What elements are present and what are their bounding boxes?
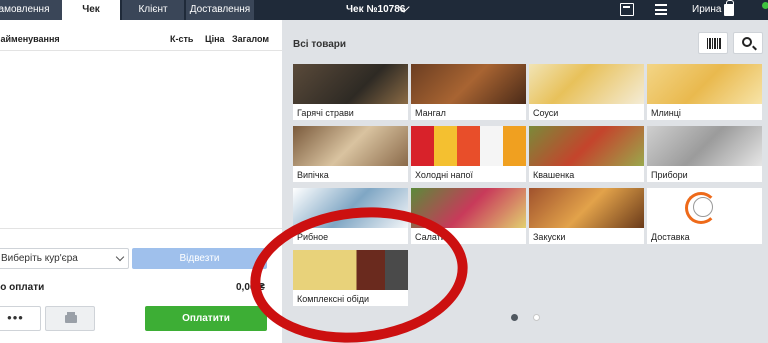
page-dot-1[interactable] [511, 314, 518, 321]
column-price: Ціна [205, 34, 225, 44]
receipt-panel: Найменування К-сть Ціна Загалом Виберіть… [0, 20, 282, 343]
category-label: Рибное [297, 232, 329, 242]
category-tile[interactable]: Холодні напої [411, 126, 526, 182]
category-tile[interactable]: Мангал [411, 64, 526, 120]
column-qty: К-сть [170, 34, 194, 44]
category-tile[interactable]: Млинці [647, 64, 762, 120]
category-label: Доставка [651, 232, 690, 242]
category-label: Гарячі страви [297, 108, 354, 118]
search-button[interactable] [733, 32, 763, 54]
to-pay-label: До оплати [0, 282, 45, 293]
tab-delivery[interactable]: Доставлення [186, 0, 254, 20]
category-tile[interactable]: Соуси [529, 64, 644, 120]
category-tile[interactable]: Салати [411, 188, 526, 244]
category-tile[interactable]: Закуски [529, 188, 644, 244]
barcode-button[interactable] [698, 32, 728, 54]
status-indicator [762, 2, 768, 9]
category-tile[interactable]: Прибори [647, 126, 762, 182]
column-name: Найменування [0, 34, 60, 44]
category-label: Випічка [297, 170, 329, 180]
receipt-title[interactable]: Чек №10786 [346, 0, 405, 20]
search-icon [742, 37, 752, 47]
lock-icon[interactable] [724, 0, 734, 16]
category-label: Закуски [533, 232, 566, 242]
divider [0, 228, 282, 229]
courier-select[interactable]: Виберіть кур'єра [0, 248, 129, 269]
page-dot-2[interactable] [533, 314, 540, 321]
category-tile[interactable]: Рибное [293, 188, 408, 244]
cash-drawer-icon[interactable] [620, 3, 634, 16]
category-image [293, 250, 408, 290]
courier-select-value: Виберіть кур'єра [1, 253, 78, 264]
category-image [411, 188, 526, 228]
tab-client[interactable]: Клієнт [122, 0, 184, 20]
category-tile[interactable]: Гарячі страви [293, 64, 408, 120]
category-image [293, 188, 408, 228]
category-image [529, 64, 644, 104]
category-tile[interactable]: Комплексні обіди [293, 250, 408, 306]
user-name[interactable]: Ирина [692, 0, 721, 20]
category-image [647, 126, 762, 166]
pay-button[interactable]: Оплатити [145, 306, 267, 331]
category-label: Млинці [651, 108, 681, 118]
category-label: Квашенка [533, 170, 575, 180]
tab-orders[interactable]: Замовлення [0, 0, 62, 20]
chevron-down-icon [115, 252, 125, 262]
category-label: Комплексні обіди [297, 294, 370, 304]
printer-icon [65, 312, 77, 323]
category-image [529, 188, 644, 228]
print-button[interactable] [45, 306, 95, 331]
category-image [411, 64, 526, 104]
category-label: Соуси [533, 108, 559, 118]
divider [0, 50, 282, 51]
category-label: Мангал [415, 108, 446, 118]
category-tile[interactable]: Доставка [647, 188, 762, 244]
more-button[interactable]: ••• [0, 306, 41, 331]
deliver-button[interactable]: Відвезти [132, 248, 267, 269]
category-image [411, 126, 526, 166]
category-image [293, 64, 408, 104]
barcode-icon [707, 38, 721, 49]
category-label: Салати [415, 232, 446, 242]
category-label: Прибори [651, 170, 688, 180]
category-tile[interactable]: Квашенка [529, 126, 644, 182]
tab-receipt[interactable]: Чек [62, 0, 120, 20]
category-image [529, 126, 644, 166]
category-image [647, 64, 762, 104]
menu-icon[interactable] [655, 4, 667, 15]
catalog-title[interactable]: Всі товари [293, 39, 346, 50]
category-image [293, 126, 408, 166]
category-label: Холодні напої [415, 170, 473, 180]
category-tile[interactable]: Випічка [293, 126, 408, 182]
to-pay-value: 0,00 ₴ [236, 282, 265, 293]
g-letter-icon [693, 197, 713, 217]
column-total: Загалом [232, 34, 270, 44]
top-bar: Замовлення Чек Клієнт Доставлення Чек №1… [0, 0, 768, 20]
